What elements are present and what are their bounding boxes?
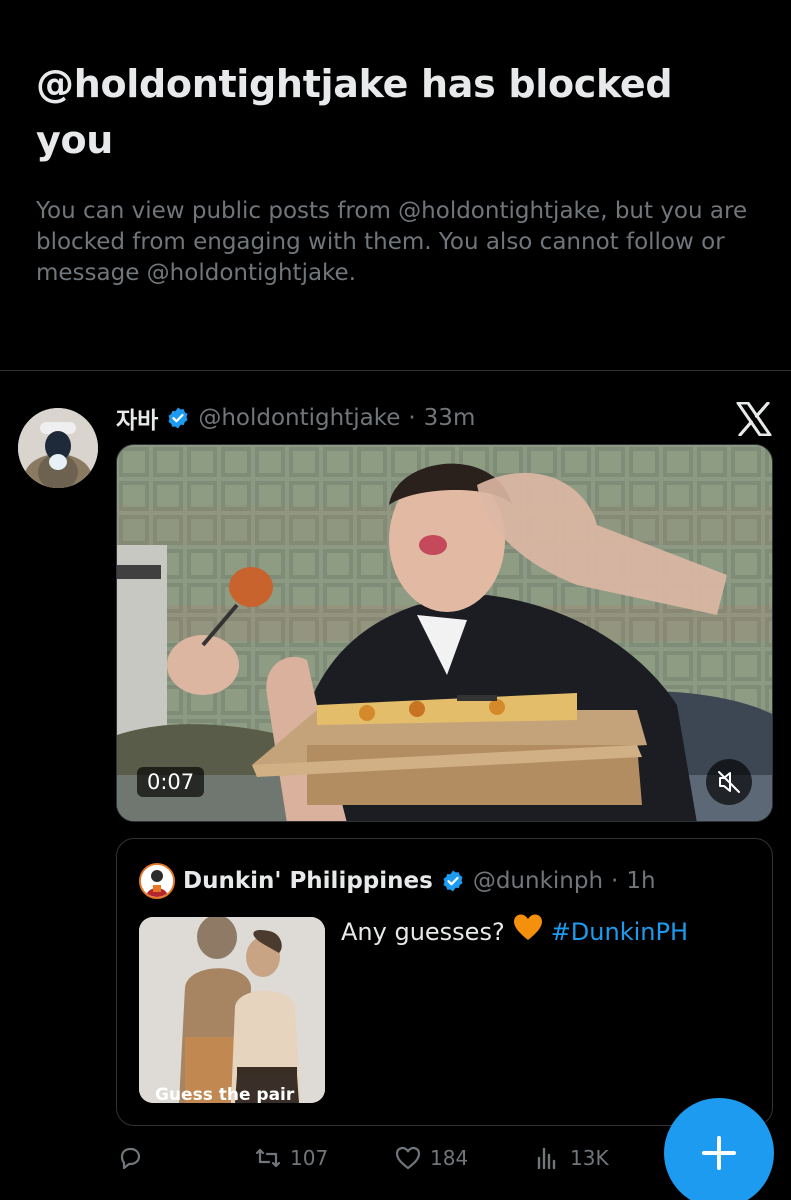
blocked-notice: @holdontightjake has blocked you You can… bbox=[36, 56, 756, 289]
separator-dot: · bbox=[611, 868, 619, 894]
divider bbox=[0, 370, 791, 371]
separator-dot: · bbox=[408, 405, 416, 431]
mute-icon[interactable] bbox=[706, 759, 752, 805]
compose-button[interactable] bbox=[664, 1098, 774, 1200]
repost-button[interactable]: 107 bbox=[254, 1138, 328, 1178]
quoted-author-name: Dunkin' Philippines bbox=[183, 868, 433, 894]
views-count: 13K bbox=[570, 1146, 609, 1170]
like-button[interactable]: 184 bbox=[394, 1138, 468, 1178]
quoted-post-text: Any guesses? #DunkinPH bbox=[341, 913, 688, 950]
quoted-image-caption: Guess the pair bbox=[155, 1085, 295, 1103]
post-actions: 107 184 13K bbox=[116, 1138, 676, 1178]
author-name[interactable]: 자바 bbox=[116, 401, 158, 435]
post-header: 자바 @holdontightjake · 33m bbox=[116, 400, 475, 436]
video-duration: 0:07 bbox=[137, 767, 205, 797]
like-icon bbox=[395, 1146, 421, 1170]
quoted-author-avatar bbox=[139, 863, 175, 899]
blocked-title: @holdontightjake has blocked you bbox=[36, 62, 673, 162]
quoted-post-image[interactable]: Guess the pair bbox=[139, 917, 325, 1103]
compose-plus-icon bbox=[702, 1136, 736, 1170]
reply-icon bbox=[120, 1147, 141, 1170]
quoted-post-time: 1h bbox=[626, 868, 656, 894]
post-time[interactable]: 33m bbox=[424, 405, 476, 431]
verified-badge-icon bbox=[441, 869, 465, 893]
quoted-post[interactable]: Dunkin' Philippines @dunkinph · 1h Guess… bbox=[116, 838, 773, 1126]
quoted-post-body: Any guesses? bbox=[341, 917, 505, 946]
quoted-author-handle: @dunkinph bbox=[472, 868, 604, 894]
reply-button[interactable] bbox=[116, 1138, 144, 1178]
page: @holdontightjake has blocked you You can… bbox=[0, 0, 791, 1200]
like-count: 184 bbox=[430, 1146, 469, 1170]
author-handle[interactable]: @holdontightjake bbox=[198, 405, 400, 431]
author-avatar[interactable] bbox=[18, 408, 98, 488]
orange-heart-emoji bbox=[513, 913, 543, 950]
blocked-description: You can view public posts from @holdonti… bbox=[36, 198, 748, 286]
video-player[interactable]: 0:07 bbox=[116, 444, 773, 822]
hashtag-link[interactable]: #DunkinPH bbox=[551, 915, 688, 949]
verified-badge-icon bbox=[166, 406, 190, 430]
views-icon bbox=[537, 1147, 556, 1170]
repost-count: 107 bbox=[290, 1146, 329, 1170]
quoted-post-header: Dunkin' Philippines @dunkinph · 1h bbox=[139, 863, 656, 899]
views-button[interactable]: 13K bbox=[534, 1138, 609, 1178]
repost-icon bbox=[255, 1148, 281, 1168]
x-logo-icon[interactable] bbox=[736, 401, 772, 437]
